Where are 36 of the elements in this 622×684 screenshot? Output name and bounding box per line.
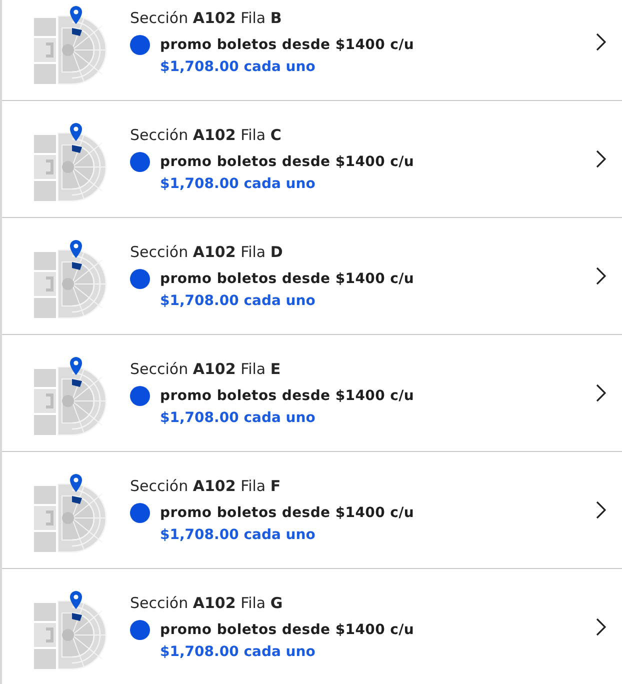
promo-text: promo boletos desde $1400 c/u — [160, 154, 414, 170]
listing-row[interactable]: Sección A102 Fila F promo boletos desde $1400 c/u $1,708.00 cada uno — [2, 452, 622, 569]
chevron-icon — [596, 501, 606, 519]
promo-text: promo boletos desde $1400 c/u — [160, 37, 414, 53]
listing-title: Sección A102 Fila G — [130, 594, 284, 612]
promo-text: promo boletos desde $1400 c/u — [160, 622, 414, 638]
promo-icon — [130, 620, 150, 640]
price-text: $1,708.00 cada uno — [160, 293, 316, 309]
listing-row[interactable]: Sección A102 Fila B promo boletos desde $1400 c/u $1,708.00 cada uno — [2, 0, 622, 101]
price-text: $1,708.00 cada uno — [160, 410, 316, 426]
promo-icon — [130, 386, 150, 406]
listing-row[interactable]: Sección A102 Fila D promo boletos desde $1400 c/u $1,708.00 cada uno — [2, 218, 622, 335]
price-text: $1,708.00 cada uno — [160, 527, 316, 543]
price-text: $1,708.00 cada uno — [160, 176, 316, 192]
price-text: $1,708.00 cada uno — [160, 59, 316, 75]
price-text: $1,708.00 cada uno — [160, 644, 316, 660]
listing-row[interactable]: Sección A102 Fila G promo boletos desde $1400 c/u $1,708.00 cada uno — [2, 569, 622, 684]
chevron-icon — [596, 267, 606, 285]
listing-title: Sección A102 Fila F — [130, 477, 282, 495]
chevron-icon — [596, 618, 606, 636]
promo-text: promo boletos desde $1400 c/u — [160, 505, 414, 521]
chevron-icon — [596, 384, 606, 402]
listing-title: Sección A102 Fila C — [130, 126, 282, 144]
promo-icon — [130, 152, 150, 172]
listing-title: Sección A102 Fila B — [130, 9, 283, 27]
promo-icon — [130, 269, 150, 289]
chevron-icon — [596, 150, 606, 168]
promo-icon — [130, 35, 150, 55]
chevron-icon — [596, 33, 606, 51]
promo-text: promo boletos desde $1400 c/u — [160, 271, 414, 287]
listing-row[interactable]: Sección A102 Fila C promo boletos desde $1400 c/u $1,708.00 cada uno — [2, 101, 622, 218]
listing-title: Sección A102 Fila E — [130, 360, 282, 378]
listing-row[interactable]: Sección A102 Fila E promo boletos desde $1400 c/u $1,708.00 cada uno — [2, 335, 622, 452]
promo-text: promo boletos desde $1400 c/u — [160, 388, 414, 404]
promo-icon — [130, 503, 150, 523]
listing-title: Sección A102 Fila D — [130, 243, 284, 261]
